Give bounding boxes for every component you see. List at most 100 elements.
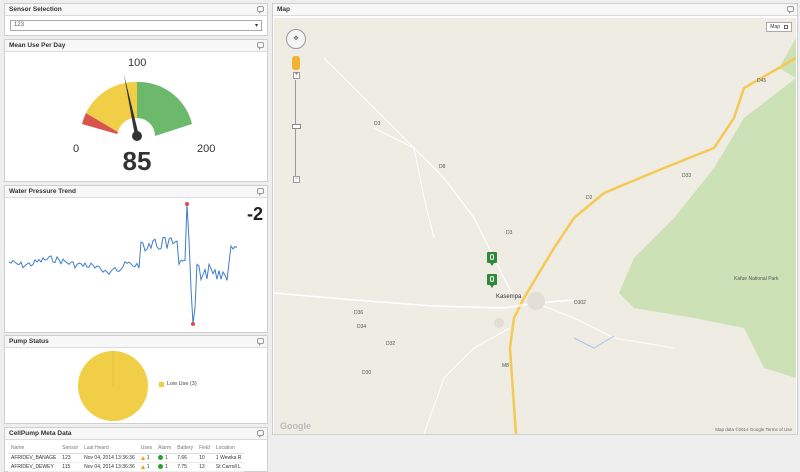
zoom-slider-thumb[interactable] — [292, 124, 301, 129]
sensor-selection-panel: Sensor Selection 123 ▾ — [4, 3, 268, 36]
sensor-selection-header: Sensor Selection — [5, 4, 267, 16]
map-attribution[interactable]: Map data ©2014 Google Terms of Use — [715, 427, 792, 432]
legend-label: Low Use (3) — [167, 381, 197, 387]
road-label: D45 — [757, 78, 767, 84]
cell-uses: 1 — [137, 462, 156, 472]
cell-location: St Carroll L — [212, 462, 245, 472]
park-label: Kafue National Park — [734, 276, 779, 282]
road-label: D30 — [362, 370, 372, 376]
status-ok-icon — [158, 454, 164, 460]
column-header[interactable]: Last Heard — [81, 444, 138, 454]
cell-last-heard: Nov 04, 2014 13:36:36 — [81, 453, 138, 463]
cell-last-heard: Nov 04, 2014 13:36:36 — [81, 462, 138, 472]
comment-icon[interactable] — [257, 188, 264, 196]
map-type-label: Map — [770, 24, 780, 30]
river — [573, 335, 615, 349]
road-label: D36 — [354, 310, 364, 316]
street-view-pegman-icon[interactable] — [292, 56, 300, 70]
satellite-checkbox[interactable] — [784, 25, 788, 29]
map-tiles — [274, 38, 796, 434]
sparkline-min-point — [191, 322, 195, 326]
gauge-pivot — [132, 131, 142, 141]
comment-icon[interactable] — [257, 42, 264, 50]
water-pressure-header: Water Pressure Trend — [5, 186, 267, 198]
road-label: D3 — [506, 230, 513, 236]
map-type-control[interactable]: Map — [766, 22, 792, 32]
cell-alarm: 1 — [155, 453, 175, 463]
trend-value: -2 — [246, 204, 263, 224]
sparkline-chart — [9, 202, 238, 326]
minor-road — [373, 127, 515, 299]
table-row[interactable]: AFRIDEV_DEWEY 115 Nov 04, 2014 13:36:36 … — [8, 462, 245, 472]
gauge-band-green — [137, 81, 192, 136]
gauge-max-label: 200 — [197, 143, 215, 155]
town-area — [494, 318, 504, 328]
meta-data-panel: CellPump Meta Data Name Sensor Last Hear… — [4, 427, 268, 472]
status-ok-icon — [158, 463, 164, 469]
town-label: Kasempa — [496, 294, 522, 300]
gauge-mid-label: 100 — [128, 57, 146, 69]
zoom-control[interactable]: + − — [292, 72, 301, 184]
pump-status-title: Pump Status — [9, 338, 49, 345]
national-park-area — [619, 78, 796, 378]
cell-uses-value: 1 — [146, 463, 150, 470]
column-header[interactable]: Field — [196, 444, 213, 454]
map-panel: Map Map ✥ + − Kasempa Kafue National Par… — [272, 3, 798, 435]
pan-control[interactable]: ✥ — [286, 29, 306, 49]
cell-alarm: 1 — [155, 462, 175, 472]
map-title: Map — [277, 6, 290, 13]
pump-status-header: Pump Status — [5, 336, 267, 348]
comment-icon[interactable] — [787, 6, 794, 14]
comment-icon[interactable] — [257, 430, 264, 438]
column-header[interactable]: Alarm — [155, 444, 175, 454]
minor-road — [413, 147, 435, 239]
column-header[interactable]: Location — [212, 444, 245, 454]
gauge-chart: 0 100 200 85 — [73, 57, 215, 176]
meta-data-title: CellPump Meta Data — [9, 430, 72, 437]
table-row[interactable]: AFRIDEV_BANAGE 123 Nov 04, 2014 13:36:36… — [8, 453, 245, 463]
cell-sensor: 115 — [59, 462, 82, 472]
meta-data-table: Name Sensor Last Heard Uses Alarm Batter… — [8, 444, 245, 472]
column-header[interactable]: Sensor — [59, 444, 82, 454]
cell-name: AFRIDEV_DEWEY — [8, 462, 60, 472]
mean-use-header: Mean Use Per Day — [5, 40, 267, 52]
gauge-min-label: 0 — [73, 143, 79, 155]
road-label: M8 — [502, 363, 509, 369]
table-header-row: Name Sensor Last Heard Uses Alarm Batter… — [8, 444, 245, 454]
pump-status-panel: Pump Status Low Use (3) — [4, 335, 268, 424]
town-area — [527, 292, 545, 310]
sensor-select[interactable]: 123 ▾ — [10, 20, 262, 31]
warning-icon — [140, 464, 145, 469]
cell-name: AFRIDEV_BANAGE — [8, 453, 60, 463]
cell-battery: 7.66 — [174, 453, 197, 463]
mean-use-title: Mean Use Per Day — [9, 42, 66, 49]
sensor-select-value: 123 — [14, 22, 25, 28]
cell-alarm-value: 1 — [165, 463, 168, 470]
column-header[interactable]: Name — [8, 444, 60, 454]
cell-field: 10 — [196, 453, 213, 463]
cell-uses: 1 — [137, 453, 156, 463]
cell-uses-value: 1 — [146, 454, 150, 461]
sensor-selection-title: Sensor Selection — [9, 6, 62, 13]
mean-use-panel: Mean Use Per Day 0 100 200 85 — [4, 39, 268, 182]
column-header[interactable]: Battery — [174, 444, 197, 454]
map-canvas[interactable]: Map ✥ + − Kasempa Kafue National Park D3… — [274, 18, 796, 434]
cell-sensor: 123 — [59, 453, 82, 463]
pie-legend: Low Use (3) — [159, 381, 197, 387]
google-logo[interactable]: Google — [280, 421, 311, 431]
road-label: D33 — [682, 173, 692, 179]
column-header[interactable]: Uses — [137, 444, 156, 454]
pump-marker-icon[interactable] — [487, 252, 497, 266]
water-pressure-panel: Water Pressure Trend -2 — [4, 185, 268, 333]
minor-road — [323, 57, 415, 149]
pie-chart — [78, 351, 148, 421]
comment-icon[interactable] — [257, 338, 264, 346]
pump-marker-icon[interactable] — [487, 274, 497, 288]
comment-icon[interactable] — [257, 6, 264, 14]
map-header: Map — [273, 4, 797, 16]
road-label: D2 — [586, 195, 593, 201]
sparkline-line — [9, 203, 238, 325]
zoom-out-button[interactable]: − — [293, 176, 300, 183]
zoom-in-button[interactable]: + — [293, 72, 300, 79]
water-pressure-title: Water Pressure Trend — [9, 188, 76, 195]
